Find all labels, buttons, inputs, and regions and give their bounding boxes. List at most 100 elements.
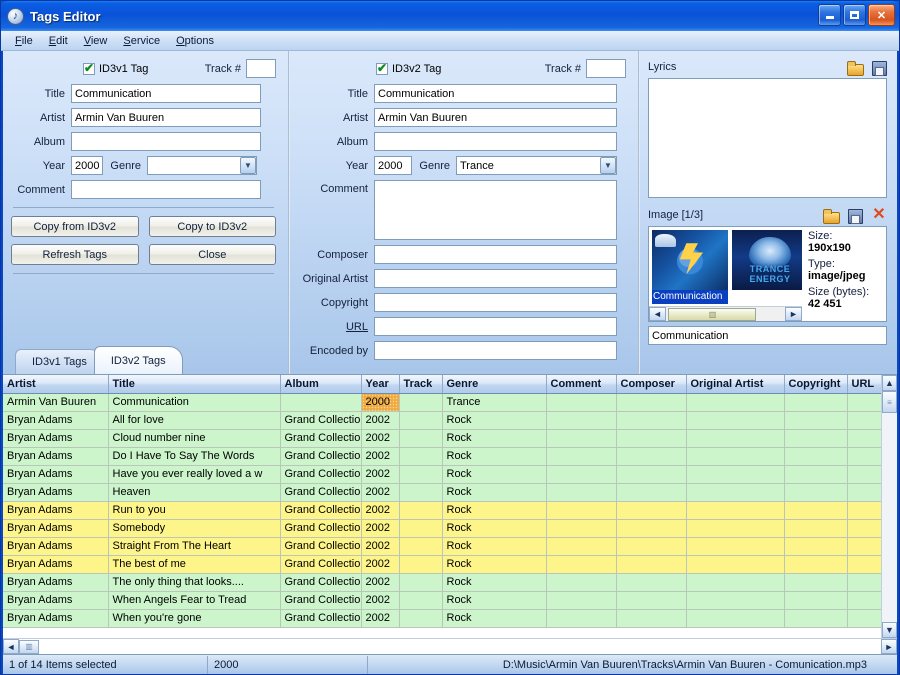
table-cell[interactable] [847,447,881,466]
table-cell[interactable] [399,573,443,592]
table-cell[interactable] [847,393,881,412]
id3v1-comment-input[interactable] [71,180,261,199]
table-cell[interactable] [616,501,687,520]
table-cell[interactable] [399,429,443,448]
menu-view[interactable]: View [76,33,116,49]
table-cell[interactable] [686,609,785,628]
table-cell[interactable]: Bryan Adams [3,411,109,430]
table-cell[interactable]: Rock [442,501,547,520]
thumbnail-item[interactable]: Communication [652,230,728,304]
table-cell[interactable]: Bryan Adams [3,573,109,592]
table-cell[interactable] [784,573,848,592]
table-cell[interactable]: Rock [442,609,547,628]
table-cell[interactable] [546,411,617,430]
table-cell[interactable] [847,429,881,448]
table-cell[interactable]: Rock [442,447,547,466]
scroll-left-arrow-icon[interactable]: ◄ [3,639,19,654]
id3v2-url-link[interactable]: URL [298,321,374,333]
menu-edit[interactable]: Edit [41,33,76,49]
table-row[interactable]: Armin Van Buuren Communication 2000 Trance [3,393,881,412]
table-cell[interactable] [847,411,881,430]
id3v2-genre-input[interactable] [456,156,617,175]
id3v2-album-input[interactable] [374,132,617,151]
table-cell[interactable] [546,501,617,520]
table-cell[interactable]: Rock [442,555,547,574]
table-cell[interactable]: Grand Collection [280,465,362,484]
table-cell[interactable]: Grand Collection [280,519,362,538]
thumbnail-hscrollbar[interactable]: ◄ ▥ ► [649,306,802,321]
chevron-down-icon[interactable]: ▼ [600,157,616,174]
table-row[interactable]: Bryan Adams Somebody Grand Collection 2002 R… [3,519,881,538]
table-cell[interactable]: Somebody [108,519,281,538]
minimize-button[interactable] [818,4,841,26]
table-cell[interactable]: Trance [442,393,547,412]
open-folder-icon[interactable] [823,208,840,224]
id3v1-year-input[interactable] [71,156,103,175]
table-cell[interactable]: 2002 [361,609,400,628]
table-cell[interactable] [546,465,617,484]
refresh-tags-button[interactable]: Refresh Tags [11,244,139,265]
column-header[interactable]: Comment [546,375,617,394]
table-cell[interactable] [784,465,848,484]
table-cell[interactable] [616,465,687,484]
table-cell[interactable]: 2002 [361,573,400,592]
table-cell[interactable] [847,591,881,610]
table-cell[interactable] [784,537,848,556]
table-cell[interactable] [784,501,848,520]
table-row[interactable]: Bryan Adams All for love Grand Collection 2… [3,411,881,430]
table-cell[interactable]: Do I Have To Say The Words [108,447,281,466]
table-cell[interactable] [784,447,848,466]
table-cell[interactable] [399,519,443,538]
table-cell[interactable] [546,519,617,538]
table-cell[interactable] [686,393,785,412]
table-cell[interactable]: 2000 [361,393,400,412]
table-cell[interactable]: Grand Collection [280,447,362,466]
save-icon[interactable] [847,208,863,224]
table-row[interactable]: Bryan Adams When you're gone Grand Collect… [3,609,881,628]
table-cell[interactable] [399,591,443,610]
table-cell[interactable]: Cloud number nine [108,429,281,448]
table-cell[interactable]: 2002 [361,519,400,538]
column-header[interactable]: Album [280,375,362,394]
copy-from-id3v2-button[interactable]: Copy from ID3v2 [11,216,139,237]
table-cell[interactable] [784,393,848,412]
table-cell[interactable] [686,591,785,610]
tab-id3v1-tags[interactable]: ID3v1 Tags [15,349,104,374]
table-row[interactable]: Bryan Adams Run to you Grand Collection 200… [3,501,881,520]
column-header[interactable]: Track [399,375,443,394]
title-bar[interactable]: ♪ Tags Editor ✕ [1,1,899,31]
vscrollbar-track[interactable]: ≡ [882,391,897,622]
table-cell[interactable] [399,483,443,502]
table-cell[interactable] [546,429,617,448]
table-cell[interactable] [784,609,848,628]
table-row[interactable]: Bryan Adams When Angels Fear to Tread Gran… [3,591,881,610]
save-icon[interactable] [871,60,887,76]
table-cell[interactable]: Rock [442,591,547,610]
id3v2-encoded-by-input[interactable] [374,341,617,360]
table-row[interactable]: Bryan Adams Do I Have To Say The Words Gra… [3,447,881,466]
table-cell[interactable] [686,447,785,466]
close-button[interactable]: ✕ [868,4,895,26]
table-cell[interactable]: Rock [442,429,547,448]
table-cell[interactable]: Armin Van Buuren [3,393,109,412]
id3v2-title-input[interactable] [374,84,617,103]
table-cell[interactable] [546,537,617,556]
tab-id3v2-tags[interactable]: ID3v2 Tags [93,346,183,374]
column-header[interactable]: Artist [3,375,109,394]
thumbnail-item[interactable]: TRANCE ENERGY [732,230,802,304]
table-cell[interactable]: 2002 [361,537,400,556]
table-cell[interactable] [616,483,687,502]
table-cell[interactable]: Grand Collection [280,483,362,502]
column-header[interactable]: Year [361,375,400,394]
table-cell[interactable] [847,519,881,538]
id3v2-copyright-input[interactable] [374,293,617,312]
table-cell[interactable] [280,393,362,412]
table-cell[interactable]: Bryan Adams [3,483,109,502]
id3v2-artist-input[interactable] [374,108,617,127]
table-cell[interactable] [686,573,785,592]
menu-options[interactable]: Options [168,33,222,49]
close-dialog-button[interactable]: Close [148,244,276,265]
grid-vscrollbar[interactable]: ▲ ≡ ▼ [881,375,897,638]
id3v1-tag-checkbox[interactable]: ID3v1 Tag [83,61,148,75]
table-cell[interactable] [847,555,881,574]
